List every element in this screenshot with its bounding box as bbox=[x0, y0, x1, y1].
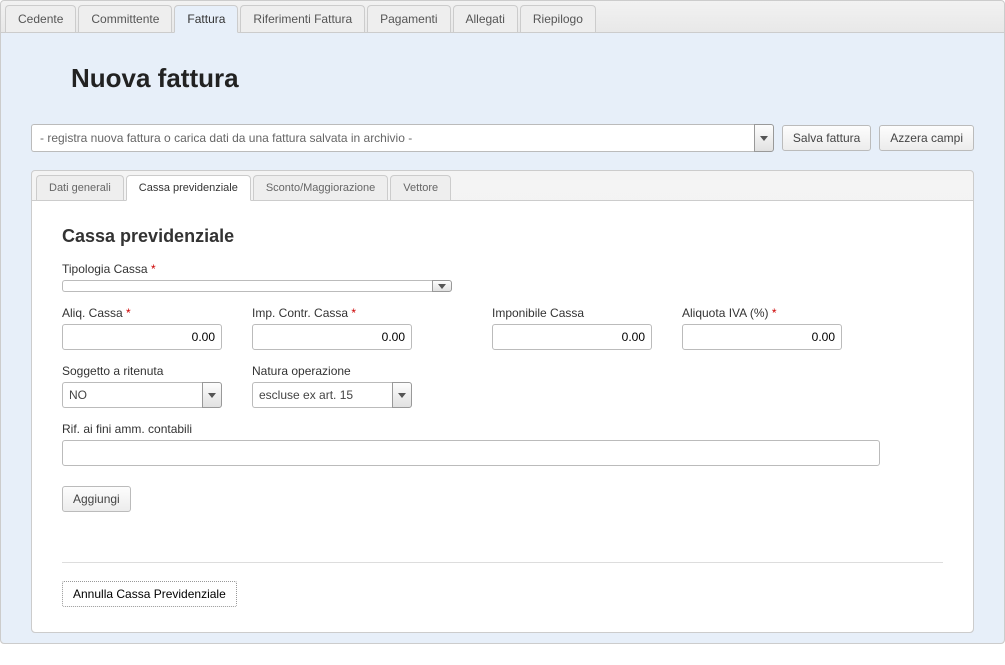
tipologia-cassa-label: Tipologia Cassa * bbox=[62, 262, 452, 276]
archive-select[interactable]: - registra nuova fattura o carica dati d… bbox=[31, 124, 774, 152]
soggetto-ritenuta-label: Soggetto a ritenuta bbox=[62, 364, 222, 378]
chevron-down-icon bbox=[398, 393, 406, 398]
natura-operazione-label: Natura operazione bbox=[252, 364, 412, 378]
tab-riferimenti-fattura[interactable]: Riferimenti Fattura bbox=[240, 5, 365, 32]
imponibile-cassa-input[interactable] bbox=[492, 324, 652, 350]
tab-fattura[interactable]: Fattura bbox=[174, 5, 238, 33]
app-window: Cedente Committente Fattura Riferimenti … bbox=[0, 0, 1005, 644]
soggetto-ritenuta-value: NO bbox=[62, 382, 202, 408]
rif-amm-contabili-input[interactable] bbox=[62, 440, 880, 466]
inner-tab-cassa-previdenziale[interactable]: Cassa previdenziale bbox=[126, 175, 251, 201]
separator bbox=[62, 562, 943, 563]
tab-committente[interactable]: Committente bbox=[78, 5, 172, 32]
natura-operazione-value: escluse ex art. 15 bbox=[252, 382, 392, 408]
tipologia-cassa-value bbox=[62, 280, 432, 292]
chevron-down-icon bbox=[760, 136, 768, 141]
annulla-cassa-button[interactable]: Annulla Cassa Previdenziale bbox=[62, 581, 237, 607]
tipologia-cassa-dropdown-button[interactable] bbox=[432, 280, 452, 292]
imp-contr-cassa-label: Imp. Contr. Cassa * bbox=[252, 306, 412, 320]
inner-tabs: Dati generali Cassa previdenziale Sconto… bbox=[32, 171, 973, 201]
chevron-down-icon bbox=[438, 284, 446, 289]
archive-select-dropdown-button[interactable] bbox=[754, 124, 774, 152]
toolbar: - registra nuova fattura o carica dati d… bbox=[31, 124, 974, 152]
aggiungi-button[interactable]: Aggiungi bbox=[62, 486, 131, 512]
archive-select-value: - registra nuova fattura o carica dati d… bbox=[31, 124, 754, 152]
reset-button[interactable]: Azzera campi bbox=[879, 125, 974, 151]
main-tabs: Cedente Committente Fattura Riferimenti … bbox=[1, 1, 1004, 33]
tipologia-cassa-select[interactable] bbox=[62, 280, 452, 292]
soggetto-ritenuta-select[interactable]: NO bbox=[62, 382, 222, 408]
chevron-down-icon bbox=[208, 393, 216, 398]
save-button[interactable]: Salva fattura bbox=[782, 125, 871, 151]
tab-cedente[interactable]: Cedente bbox=[5, 5, 76, 32]
soggetto-ritenuta-dropdown-button[interactable] bbox=[202, 382, 222, 408]
inner-tab-vettore[interactable]: Vettore bbox=[390, 175, 451, 200]
section-title: Cassa previdenziale bbox=[62, 226, 943, 247]
aliquota-iva-label: Aliquota IVA (%) * bbox=[682, 306, 842, 320]
page-title: Nuova fattura bbox=[71, 63, 974, 94]
tab-pagamenti[interactable]: Pagamenti bbox=[367, 5, 450, 32]
natura-operazione-dropdown-button[interactable] bbox=[392, 382, 412, 408]
inner-tab-dati-generali[interactable]: Dati generali bbox=[36, 175, 124, 200]
inner-tab-sconto-maggiorazione[interactable]: Sconto/Maggiorazione bbox=[253, 175, 388, 200]
inner-tabs-panel: Dati generali Cassa previdenziale Sconto… bbox=[31, 170, 974, 633]
aliq-cassa-label: Aliq. Cassa * bbox=[62, 306, 222, 320]
natura-operazione-select[interactable]: escluse ex art. 15 bbox=[252, 382, 412, 408]
tab-riepilogo[interactable]: Riepilogo bbox=[520, 5, 596, 32]
tab-allegati[interactable]: Allegati bbox=[453, 5, 518, 32]
tab-fattura-content: Nuova fattura - registra nuova fattura o… bbox=[1, 33, 1004, 643]
imp-contr-cassa-input[interactable] bbox=[252, 324, 412, 350]
rif-amm-contabili-label: Rif. ai fini amm. contabili bbox=[62, 422, 880, 436]
imponibile-cassa-label: Imponibile Cassa bbox=[492, 306, 652, 320]
aliquota-iva-input[interactable] bbox=[682, 324, 842, 350]
inner-tab-content: Cassa previdenziale Tipologia Cassa * bbox=[32, 201, 973, 632]
aliq-cassa-input[interactable] bbox=[62, 324, 222, 350]
